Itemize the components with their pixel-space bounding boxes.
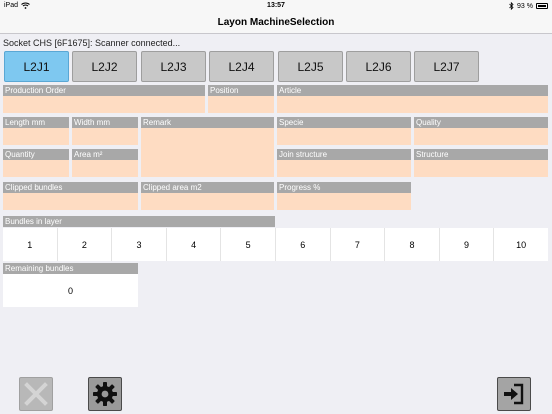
width-label: Width mm (72, 117, 138, 128)
close-icon (24, 382, 48, 406)
structure-field[interactable] (414, 160, 548, 177)
quality-field[interactable] (414, 128, 548, 145)
bundles-in-layer-label: Bundles in layer (3, 216, 275, 227)
clipped-area-label: Clipped area m2 (141, 182, 274, 193)
bundle-cell-1[interactable]: 1 (3, 228, 58, 261)
bundle-cell-4[interactable]: 4 (167, 228, 222, 261)
machine-tab-l2j1[interactable]: L2J1 (4, 51, 69, 82)
navigation-bar: Layon MachineSelection (0, 12, 552, 34)
specie-label: Specie (277, 117, 411, 128)
page-title: Layon MachineSelection (217, 17, 335, 28)
status-bar-right: 93 % (509, 2, 548, 10)
bundle-cell-2[interactable]: 2 (58, 228, 113, 261)
area-field[interactable] (72, 160, 138, 177)
width-field[interactable] (72, 128, 138, 145)
battery-percent: 93 % (517, 2, 533, 10)
machine-tab-l2j4[interactable]: L2J4 (209, 51, 274, 82)
production-order-label: Production Order (3, 85, 205, 96)
machine-tab-l2j5[interactable]: L2J5 (278, 51, 343, 82)
machine-tab-l2j7[interactable]: L2J7 (414, 51, 479, 82)
article-label: Article (277, 85, 548, 96)
progress-field[interactable] (277, 193, 411, 210)
structure-label: Structure (414, 149, 548, 160)
exit-button[interactable] (497, 377, 531, 411)
gear-icon (93, 382, 117, 406)
remaining-bundles-value: 0 (3, 274, 138, 307)
bundle-cell-6[interactable]: 6 (276, 228, 331, 261)
bundle-cell-9[interactable]: 9 (440, 228, 495, 261)
bundle-cell-8[interactable]: 8 (385, 228, 440, 261)
progress-label: Progress % (277, 182, 411, 193)
area-label: Area m² (72, 149, 138, 160)
sign-in-icon (504, 383, 524, 405)
join-structure-field[interactable] (277, 160, 411, 177)
machine-tab-l2j6[interactable]: L2J6 (346, 51, 411, 82)
clipped-area-field[interactable] (141, 193, 274, 210)
position-field[interactable] (208, 96, 274, 113)
bluetooth-icon (509, 2, 514, 10)
article-field[interactable] (277, 96, 548, 113)
specie-field[interactable] (277, 128, 411, 145)
bundle-cell-7[interactable]: 7 (331, 228, 386, 261)
clipped-bundles-label: Clipped bundles (3, 182, 138, 193)
length-label: Length mm (3, 117, 69, 128)
remark-label: Remark (141, 117, 274, 128)
battery-icon (536, 3, 548, 9)
join-structure-label: Join structure (277, 149, 411, 160)
scanner-status: Socket CHS [6F1675]: Scanner connected..… (3, 38, 181, 48)
quantity-field[interactable] (3, 160, 69, 177)
length-field[interactable] (3, 128, 69, 145)
bundle-cell-3[interactable]: 3 (112, 228, 167, 261)
clock: 13:57 (267, 2, 285, 9)
bundles-in-layer-row: 1 2 3 4 5 6 7 8 9 10 (3, 228, 548, 261)
production-order-field[interactable] (3, 96, 205, 113)
status-bar: iPad 13:57 93 % (0, 0, 552, 12)
quality-label: Quality (414, 117, 548, 128)
remark-field[interactable] (141, 128, 274, 177)
settings-button[interactable] (88, 377, 122, 411)
clipped-bundles-field[interactable] (3, 193, 138, 210)
position-label: Position (208, 85, 274, 96)
quantity-label: Quantity (3, 149, 69, 160)
cancel-button[interactable] (19, 377, 53, 411)
bundle-cell-10[interactable]: 10 (494, 228, 548, 261)
remaining-bundles-label: Remaining bundles (3, 263, 138, 274)
bundle-cell-5[interactable]: 5 (221, 228, 276, 261)
machine-tab-l2j2[interactable]: L2J2 (72, 51, 137, 82)
machine-tab-l2j3[interactable]: L2J3 (141, 51, 206, 82)
